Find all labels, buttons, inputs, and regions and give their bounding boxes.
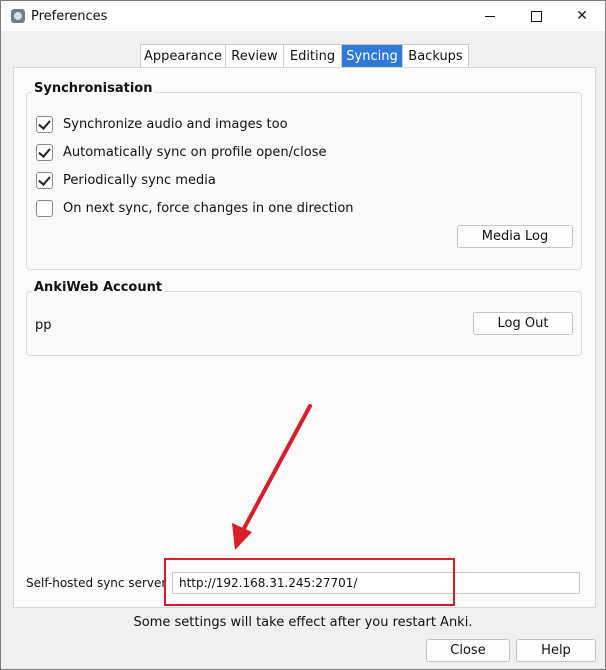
preferences-window: Preferences ✕ Appearance Review Editing … <box>0 0 606 670</box>
force-one-direction-option[interactable]: On next sync, force changes in one direc… <box>36 199 354 217</box>
media-log-button[interactable]: Media Log <box>457 225 573 248</box>
maximize-icon <box>530 10 542 22</box>
account-username: pp <box>35 318 52 333</box>
annotation-highlight-box <box>164 558 455 606</box>
ankiweb-account-title: AnkiWeb Account <box>32 280 165 295</box>
close-window-button[interactable]: ✕ <box>559 1 605 31</box>
tab-appearance[interactable]: Appearance <box>141 45 226 68</box>
annotation-arrow-icon <box>232 404 312 550</box>
periodic-media-sync-label: Periodically sync media <box>63 172 216 188</box>
minimize-icon <box>485 15 495 17</box>
minimize-button[interactable] <box>467 1 513 31</box>
force-one-direction-label: On next sync, force changes in one direc… <box>63 200 354 216</box>
sync-media-label: Synchronize audio and images too <box>63 116 288 132</box>
auto-sync-option[interactable]: Automatically sync on profile open/close <box>36 143 327 161</box>
help-button[interactable]: Help <box>516 639 596 662</box>
restart-note: Some settings will take effect after you… <box>133 615 473 630</box>
tab-review[interactable]: Review <box>226 45 284 68</box>
preferences-tabs: Appearance Review Editing Syncing Backup… <box>140 44 469 69</box>
tab-backups[interactable]: Backups <box>403 45 468 68</box>
tab-syncing[interactable]: Syncing <box>342 45 403 68</box>
anki-app-icon <box>11 9 25 23</box>
maximize-button[interactable] <box>513 1 559 31</box>
force-one-direction-checkbox[interactable] <box>36 199 53 217</box>
synchronisation-title: Synchronisation <box>32 81 155 96</box>
auto-sync-label: Automatically sync on profile open/close <box>63 144 327 160</box>
tab-editing[interactable]: Editing <box>284 45 342 68</box>
close-button[interactable]: Close <box>426 639 510 662</box>
periodic-media-sync-option[interactable]: Periodically sync media <box>36 171 216 189</box>
sync-media-checkbox[interactable] <box>36 115 53 133</box>
title-bar: Preferences ✕ <box>1 1 605 31</box>
periodic-media-sync-checkbox[interactable] <box>36 171 53 189</box>
auto-sync-checkbox[interactable] <box>36 143 53 161</box>
self-hosted-sync-server-label: Self-hosted sync server <box>26 576 167 590</box>
log-out-button[interactable]: Log Out <box>473 312 573 335</box>
sync-media-option[interactable]: Synchronize audio and images too <box>36 115 288 133</box>
close-icon: ✕ <box>576 8 588 24</box>
window-title: Preferences <box>31 9 108 24</box>
